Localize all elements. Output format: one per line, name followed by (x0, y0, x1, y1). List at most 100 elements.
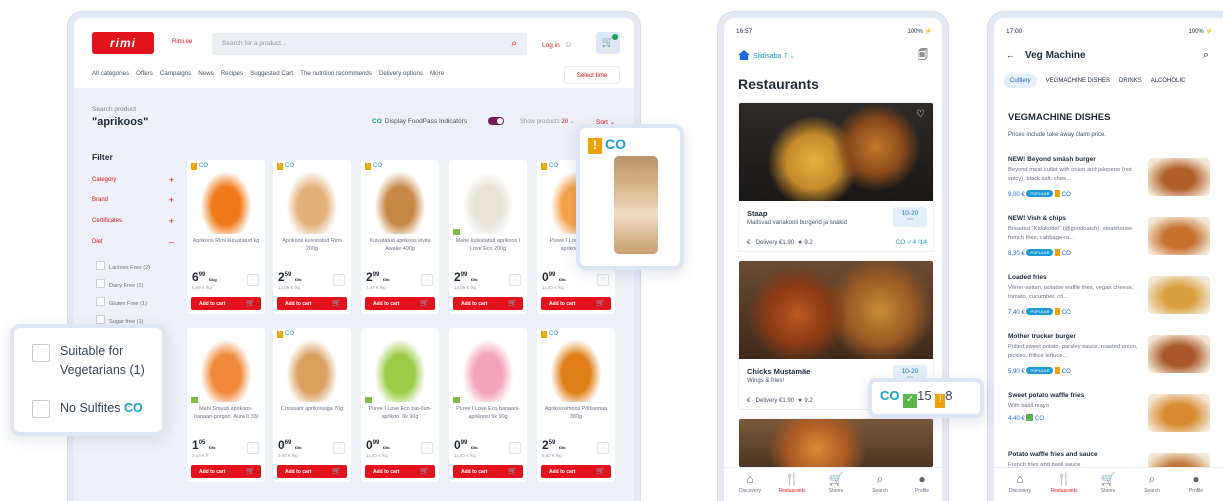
cart-count-badge (612, 34, 618, 40)
product-card[interactable]: ! CO Aprikoos Rimi kuivatatud kg 699 €/kg 6,… (187, 160, 265, 314)
foodpass-badge: ! CO (365, 163, 382, 170)
tab-restaurants[interactable]: 🍴 Restaurants (1044, 472, 1084, 494)
product-card[interactable]: Püree I Love Eco bat-õun-aprikoo. 6k 90g… (361, 328, 439, 482)
add-to-cart-button[interactable]: Add to cart 🛒 (277, 297, 347, 310)
dish-item[interactable]: Sweet potato waffle fries With basil mayo… (1008, 392, 1223, 452)
back-arrow-icon[interactable]: ← (1006, 50, 1015, 60)
filter-certificates[interactable]: Certificates + (92, 216, 174, 226)
diet-option[interactable]: Lactose Free (2) (96, 261, 150, 271)
tab-stores[interactable]: 🛒 Stores (816, 472, 856, 494)
restaurant-desc: Maitsvad vanakooli burgerid ja snäkid (747, 220, 848, 226)
checkbox-no-sulfites[interactable] (32, 400, 50, 418)
product-price: 099 €/tk (366, 438, 390, 452)
restaurant-card[interactable] (738, 418, 934, 468)
nav-offers[interactable]: Offers (136, 70, 153, 77)
add-to-cart-button[interactable]: Add to cart 🛒 (365, 297, 435, 310)
add-to-cart-button[interactable]: Add to cart 🛒 (365, 465, 435, 478)
favorite-icon[interactable]: ☆ (333, 442, 345, 454)
login-link[interactable]: Log in ☺ (542, 39, 573, 49)
tab-profile[interactable]: ● Profile (1176, 472, 1216, 494)
search-icon[interactable]: ⌕ (511, 38, 517, 49)
favorite-icon[interactable]: ☆ (247, 442, 259, 454)
checkbox-vegetarian[interactable] (32, 344, 50, 362)
favorite-icon[interactable]: ☆ (333, 274, 345, 286)
tab-restaurants[interactable]: 🍴 Restaurants (772, 472, 812, 494)
tab-search[interactable]: ⌕ Search (860, 472, 900, 494)
dish-name: Mother trucker burger (1008, 333, 1076, 340)
tab-profile[interactable]: ● Profile (902, 472, 942, 494)
show-products[interactable]: Show products 20 ⌄ (520, 118, 575, 125)
cart-button[interactable]: 🛒 (596, 32, 620, 54)
dish-item[interactable]: NEW! Beyond smäsh burger Beyond meat cutl… (1008, 156, 1223, 216)
nav-delivery[interactable]: Delivery options (379, 70, 423, 77)
search-input[interactable]: Search for a product... ⌕ (212, 33, 527, 55)
dish-item[interactable]: NEW! Vish & chips Breaded "Kalakotlet" (@… (1008, 215, 1223, 275)
product-card[interactable]: Mahl Smuuti aprikoos-banaan-porgan. Aura… (187, 328, 265, 482)
add-to-cart-button[interactable]: Add to cart 🛒 (191, 297, 261, 310)
dish-item[interactable]: Mother trucker burger Pulled sweet potato… (1008, 333, 1223, 393)
tab-discovery[interactable]: ⌂ Discovery (1000, 472, 1040, 494)
favorite-icon[interactable]: ☆ (247, 274, 259, 286)
search-icon: ⌕ (1148, 472, 1156, 486)
cart-icon: 🛒 (508, 300, 517, 307)
diet-option[interactable]: Dairy Free (1) (96, 279, 144, 289)
results-area: Search product "aprikoos" CO Display Food… (74, 88, 634, 501)
tab-search[interactable]: ⌕ Search (1132, 472, 1172, 494)
filter-category[interactable]: Category + (92, 175, 174, 185)
product-card[interactable]: Mahe kuivatatud aprikoos I Love Eco 200g… (449, 160, 527, 314)
add-to-cart-button[interactable]: Add to cart 🛒 (191, 465, 261, 478)
add-to-cart-button[interactable]: Add to cart 🛒 (541, 297, 611, 310)
tab-discovery[interactable]: ⌂ Discovery (730, 472, 770, 494)
cart-icon: 🛒 (246, 300, 255, 307)
favorite-icon[interactable]: ☆ (509, 442, 521, 454)
product-card[interactable]: ! CO Kuivatatud aprikoos kivita Awake 400g… (361, 160, 439, 314)
search-icon[interactable]: ⌕ (1203, 49, 1209, 62)
section-title: VEGMACHINE DISHES (1008, 112, 1111, 123)
favorite-icon[interactable]: ☆ (597, 442, 609, 454)
tab-vegmachine[interactable]: VEGMACHINE DISHES (1046, 78, 1110, 84)
translate-icon[interactable]: 🗐 (918, 48, 928, 65)
nav-recipes[interactable]: Recipes (221, 70, 243, 77)
tab-stores[interactable]: 🛒 Stores (1088, 472, 1128, 494)
restaurant-card[interactable]: ♡ Staap Maitsvad vanakooli burgerid ja s… (738, 102, 934, 252)
filter-brand[interactable]: Brand + (92, 195, 174, 205)
cart-icon: 🛒 (420, 468, 429, 475)
add-to-cart-button[interactable]: Add to cart 🛒 (277, 465, 347, 478)
add-to-cart-button[interactable]: Add to cart 🛒 (453, 297, 523, 310)
tab-drinks[interactable]: DRINKS (1119, 78, 1142, 84)
tab-alcoholic[interactable]: ALCOHOLIC (1151, 78, 1186, 84)
heart-icon[interactable]: ♡ (916, 109, 925, 120)
favorite-icon[interactable]: ☆ (421, 274, 433, 286)
nav-all-categories[interactable]: All categories (92, 70, 129, 77)
select-time-button[interactable]: Select time (564, 66, 620, 84)
nav-campaigns[interactable]: Campaigns (160, 70, 191, 77)
product-image (287, 340, 337, 402)
popular-badge: POPULAR (1026, 367, 1054, 374)
dish-desc: With basil mayo (1008, 403, 1049, 409)
nav-more[interactable]: More (430, 70, 444, 77)
product-card[interactable]: ! CO Croissant aprikoosiga 70g 069 €/tk 9,86… (273, 328, 351, 482)
dish-item[interactable]: Loaded fries Vöner-seitan, potatoe waffle… (1008, 274, 1223, 334)
rimi-ee-link[interactable]: Rimi.ee (172, 39, 192, 45)
dish-desc: Beyond meat cutlet with onion and jalope… (1008, 167, 1132, 182)
nav-nutrition[interactable]: The nutrition recommends (300, 70, 372, 77)
nav-suggested-cart[interactable]: Suggested Cart (250, 70, 293, 77)
filter-diet[interactable]: Diet – (92, 237, 174, 247)
favorite-icon[interactable]: ☆ (509, 274, 521, 286)
filter-brand-label: Brand (92, 197, 109, 203)
dish-name: NEW! Beyond smäsh burger (1008, 156, 1096, 163)
add-to-cart-button[interactable]: Add to cart 🛒 (541, 465, 611, 478)
diet-option[interactable]: Gluten Free (1) (96, 297, 147, 307)
product-zoom: ! CO (576, 124, 684, 270)
product-card[interactable]: Püree I Love Eco banaani-aprikoosi 6k 90… (449, 328, 527, 482)
tab-cuttlery[interactable]: Cuttlery (1004, 74, 1037, 88)
product-card[interactable]: ! CO Aprikoosimoos Põltsamaa 380g 259 €/tk 6… (537, 328, 615, 482)
favorite-icon[interactable]: ☆ (421, 442, 433, 454)
rimi-logo[interactable]: rimi (92, 32, 154, 54)
nav-news[interactable]: News (198, 70, 213, 77)
foodpass-toggle[interactable] (488, 117, 504, 125)
product-card[interactable]: ! CO Aprikoos kuivatatud Rimi 200g 259 €/tk… (273, 160, 351, 314)
favorite-icon[interactable]: ☆ (597, 274, 609, 286)
add-to-cart-button[interactable]: Add to cart 🛒 (453, 465, 523, 478)
location-selector[interactable]: Siidisaba 7 ⌄ (738, 50, 795, 60)
